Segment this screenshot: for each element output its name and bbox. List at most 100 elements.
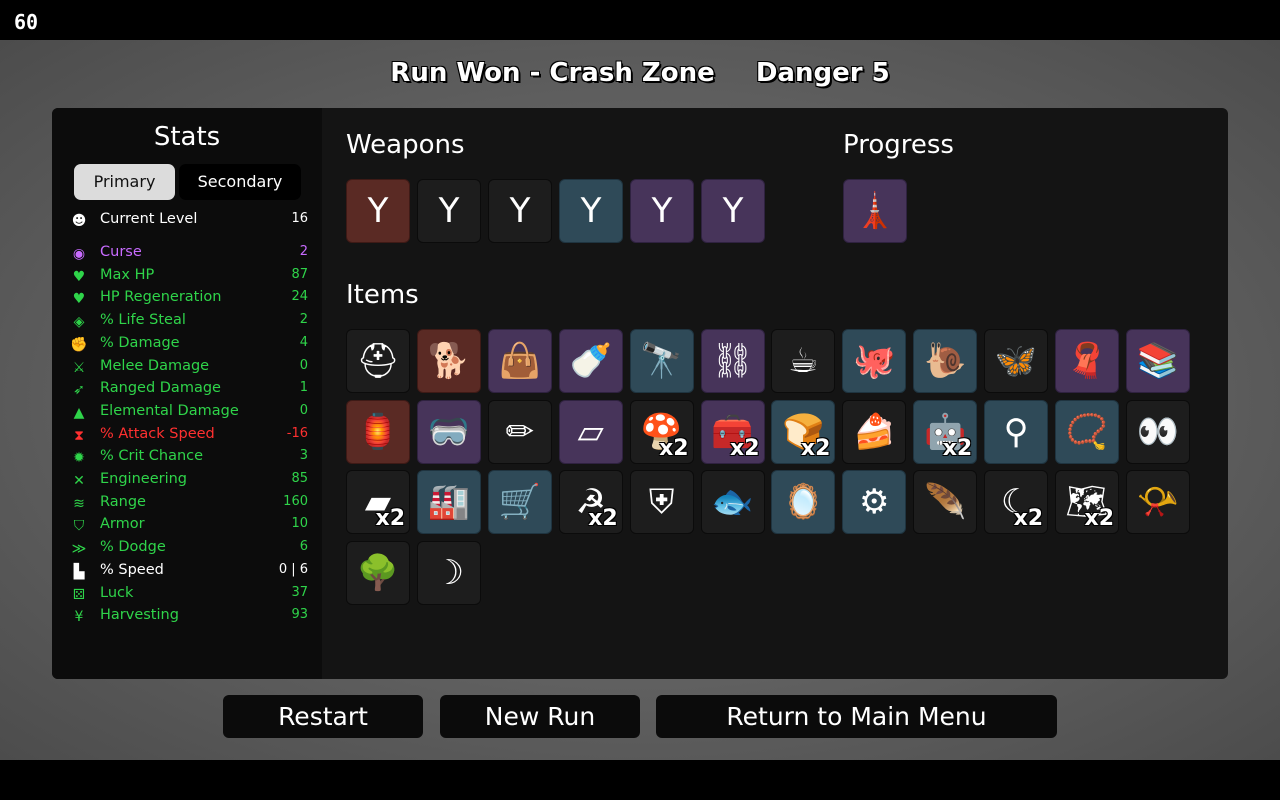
compact-mirror-icon: 🪞 xyxy=(782,482,825,523)
pencil-slot[interactable]: ✏ xyxy=(487,399,552,464)
turret-machine-slot[interactable]: 🏭 xyxy=(416,470,481,535)
slingshot-slot[interactable]: Y xyxy=(417,179,481,243)
metal-bar-slot[interactable]: ▰ x2 xyxy=(346,470,410,535)
slingshot-slot[interactable]: Y xyxy=(559,179,623,243)
spyglass-slot[interactable]: 🔭 xyxy=(629,329,694,393)
spyglass-icon: 🔭 xyxy=(640,341,683,381)
snail-slot[interactable]: 🐌 xyxy=(913,329,978,393)
goggles-icon: 🥽 xyxy=(427,411,471,452)
bread-slot[interactable]: 🍞 x2 xyxy=(771,399,836,464)
stat-row[interactable]: ▲ Elemental Damage 0 xyxy=(68,401,308,423)
tentacle-slot[interactable]: 🐙 xyxy=(842,329,907,393)
glowing-eyes-slot[interactable]: 👀 xyxy=(1125,399,1190,464)
item-count: x2 xyxy=(659,435,689,461)
crescent-slot[interactable]: ☽ xyxy=(416,541,481,606)
metal-detector-icon: ⚲ xyxy=(1003,411,1029,452)
stat-row[interactable]: ☻ Current Level 16 xyxy=(68,209,308,231)
chain-ring-slot[interactable]: ⚙ xyxy=(842,470,907,535)
stat-row[interactable]: ≋ Range 160 xyxy=(68,492,308,514)
feather-slot[interactable]: 🪶 xyxy=(913,470,978,535)
scarf-slot[interactable]: 🧣 xyxy=(1055,329,1119,393)
slingshot-slot[interactable]: Y xyxy=(701,179,765,243)
stat-label: Armor xyxy=(100,516,145,533)
stat-row[interactable]: ♥ HP Regeneration 24 xyxy=(68,287,308,309)
stat-row[interactable]: ✊ % Damage 4 xyxy=(68,333,308,355)
lighthouse-slot[interactable]: 🗼 xyxy=(843,179,907,243)
muscle-icon: ✊ xyxy=(70,336,88,353)
stat-value: 4 xyxy=(299,334,308,350)
goggles-slot[interactable]: 🥽 xyxy=(416,399,481,464)
boot-icon: ▙ xyxy=(73,563,85,580)
stat-row[interactable]: ⛉ Armor 10 xyxy=(68,514,308,536)
stat-row[interactable]: ≫ % Dodge 6 xyxy=(68,537,308,559)
claw-slot[interactable]: ☾ x2 xyxy=(984,470,1049,535)
item-count: x2 xyxy=(1084,506,1115,532)
helmet-potato-slot[interactable]: ⛑ xyxy=(346,329,410,393)
stat-value: 16 xyxy=(291,211,308,226)
books-icon: 📚 xyxy=(1136,341,1180,381)
sack-slot[interactable]: 👜 xyxy=(487,329,552,393)
blue-fish-slot[interactable]: 🐟 xyxy=(700,470,765,535)
scythe-hand-slot[interactable]: ☭ x2 xyxy=(558,470,623,535)
books-slot[interactable]: 📚 xyxy=(1125,329,1190,393)
eraser-slot[interactable]: ▱ xyxy=(558,399,623,464)
stat-value: 2 xyxy=(299,312,308,328)
slingshot-slot[interactable]: Y xyxy=(346,179,410,243)
pencil-icon: ✏ xyxy=(505,411,535,452)
metal-detector-slot[interactable]: ⚲ xyxy=(984,399,1049,464)
robot-dog-icon: 🐕 xyxy=(427,341,471,381)
tree-slot[interactable]: 🌳 xyxy=(346,541,410,606)
stat-row[interactable]: ◈ % Life Steal 2 xyxy=(68,310,308,332)
stat-row[interactable]: ✕ Engineering 85 xyxy=(68,469,308,491)
lantern-slot[interactable]: 🏮 xyxy=(346,399,410,464)
item-count: x2 xyxy=(800,435,831,461)
new-run-button[interactable]: New Run xyxy=(440,695,640,738)
stat-row[interactable]: ➶ Ranged Damage 1 xyxy=(68,378,308,400)
iron-helmet-icon: ⛨ xyxy=(648,482,675,523)
stat-label: Current Level xyxy=(100,211,198,227)
chain-ring-icon: ⚙ xyxy=(859,482,890,523)
wheelbarrow-icon: 🛒 xyxy=(498,482,541,523)
stat-label: Melee Damage xyxy=(100,357,210,374)
stat-row[interactable]: ✹ % Crit Chance 3 xyxy=(68,446,308,468)
iron-helmet-slot[interactable]: ⛨ xyxy=(629,470,694,535)
stat-row[interactable]: ♥ Max HP 87 xyxy=(68,265,308,287)
stat-label: Elemental Damage xyxy=(100,402,239,419)
stat-row[interactable]: ▙ % Speed 0 | 6 xyxy=(68,560,308,582)
feather-icon: 🪶 xyxy=(924,482,967,523)
flail-slot[interactable]: ⛓ xyxy=(700,329,765,393)
stat-value: 10 xyxy=(291,516,308,532)
mushroom-slot[interactable]: 🍄 x2 xyxy=(629,399,694,464)
bottle-icon: 🍼 xyxy=(569,341,612,381)
whistle-slot[interactable]: 📯 xyxy=(1125,470,1190,535)
robot-dog-slot[interactable]: 🐕 xyxy=(416,329,481,393)
stat-row[interactable]: ◉ Curse 2 xyxy=(68,242,308,264)
wheelbarrow-slot[interactable]: 🛒 xyxy=(487,470,552,535)
stat-label: % Dodge xyxy=(100,539,166,556)
slingshot-slot[interactable]: Y xyxy=(630,179,694,243)
eraser-icon: ▱ xyxy=(577,411,604,452)
compact-mirror-slot[interactable]: 🪞 xyxy=(771,470,836,535)
restart-button[interactable]: Restart xyxy=(223,695,423,738)
bottle-slot[interactable]: 🍼 xyxy=(558,329,623,393)
pendant-slot[interactable]: 📿 xyxy=(1055,399,1119,464)
tab-primary[interactable]: Primary xyxy=(74,164,175,200)
slingshot-icon: Y xyxy=(580,191,602,231)
sword-icon: ⚔ xyxy=(72,359,86,376)
run-result: Run Won - Crash Zone xyxy=(390,58,715,88)
stat-row[interactable]: ¥ Harvesting 93 xyxy=(68,605,308,627)
stat-row[interactable]: ⚔ Melee Damage 0 xyxy=(68,356,308,378)
butterfly-slot[interactable]: 🦋 xyxy=(984,329,1049,393)
cake-slot[interactable]: 🍰 xyxy=(842,399,907,464)
return-main-menu-button[interactable]: Return to Main Menu xyxy=(656,695,1057,738)
stat-row[interactable]: ⧗ % Attack Speed -16 xyxy=(68,424,308,446)
lantern-icon: 🏮 xyxy=(356,411,400,452)
toolbox-slot[interactable]: 🧰 x2 xyxy=(700,399,765,464)
tab-secondary[interactable]: Secondary xyxy=(179,164,301,200)
vampire-icon: ◈ xyxy=(73,314,85,331)
alarm-robot-slot[interactable]: 🤖 x2 xyxy=(913,399,978,464)
treasure-map-slot[interactable]: 🗺 x2 xyxy=(1055,470,1119,535)
slingshot-slot[interactable]: Y xyxy=(488,179,552,243)
coffee-slot[interactable]: ☕ xyxy=(771,329,836,393)
stat-row[interactable]: ⚄ Luck 37 xyxy=(68,583,308,605)
